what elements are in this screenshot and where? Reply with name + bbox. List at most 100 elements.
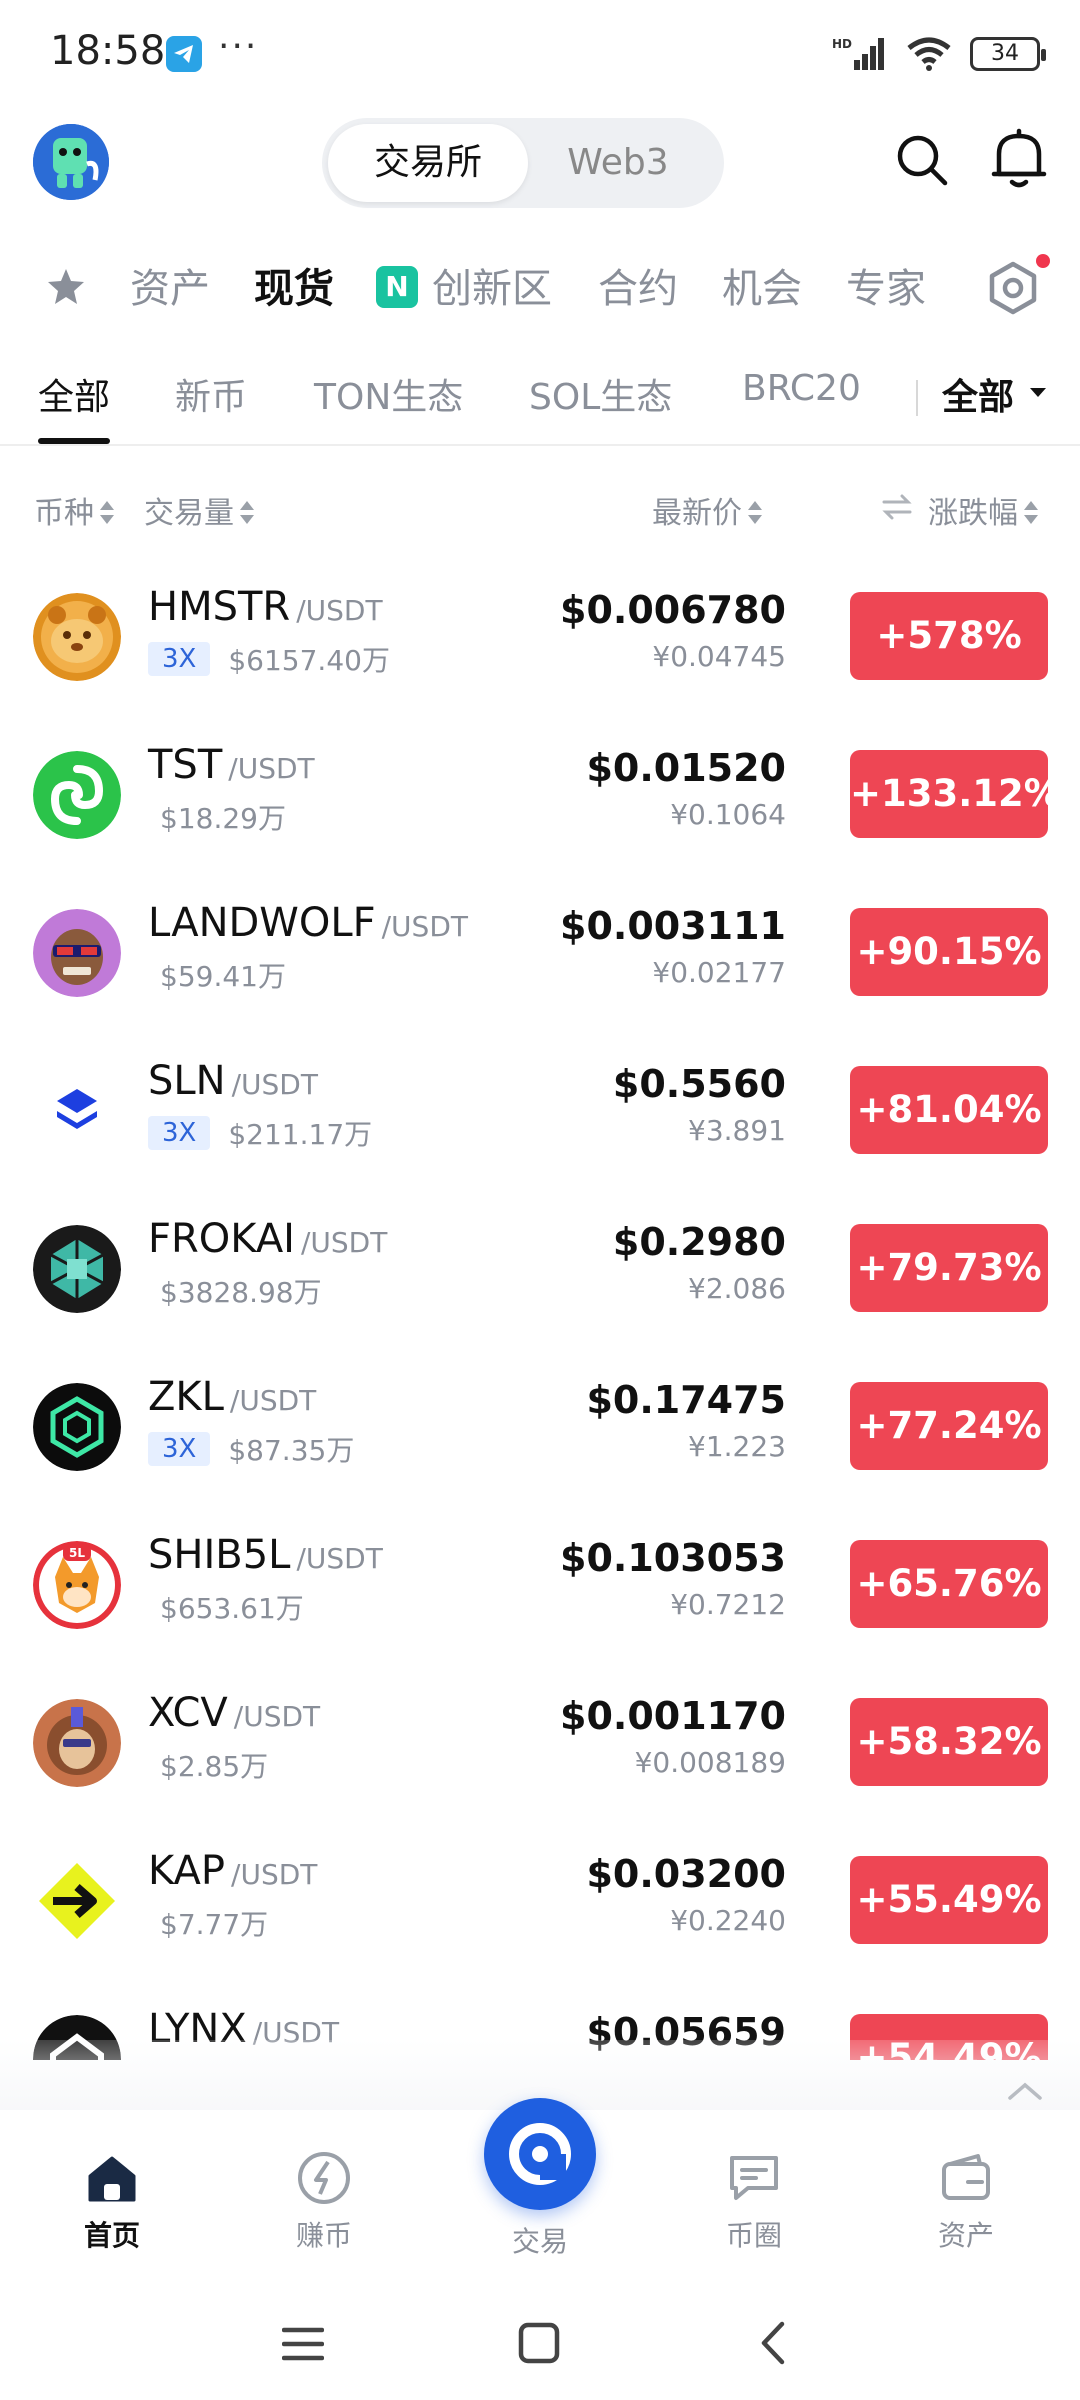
price-cny: ¥0.008189 — [634, 1746, 786, 1779]
segment-exchange[interactable]: 交易所 — [328, 124, 528, 202]
subtab-sol[interactable]: SOL生态 — [529, 368, 672, 420]
market-row[interactable]: ZKL/USDT 3X $87.35万 $0.17475 ¥1.223 +77.… — [0, 1350, 1080, 1508]
market-row[interactable]: KAP/USDT $7.77万 $0.03200 ¥0.2240 +55.49% — [0, 1824, 1080, 1982]
volume-value: $2.85万 — [160, 1750, 269, 1783]
sort-coin[interactable]: 币种 — [34, 488, 114, 532]
coin-pair: /USDT — [231, 1068, 318, 1101]
lion-icon — [33, 1699, 121, 1787]
leverage-badge: 3X — [148, 1432, 211, 1466]
sort-icon — [240, 500, 254, 526]
nav-assets-label: 资产 — [937, 2219, 994, 2252]
market-row[interactable]: FROKAI/USDT $3828.98万 $0.2980 ¥2.086 +79… — [0, 1192, 1080, 1350]
coin-pair: /USDT — [381, 910, 468, 943]
change-badge[interactable]: +133.12% — [850, 750, 1061, 838]
subtab-new[interactable]: 新币 — [175, 368, 247, 420]
change-badge[interactable]: +90.15% — [850, 908, 1048, 996]
battery-indicator: 34 — [970, 37, 1046, 71]
nav-earn-label: 赚币 — [295, 2219, 352, 2252]
sub-tabs: 全部 新币 TON生态 SOL生态 BRC20 全部 — [0, 350, 1080, 446]
change-badge[interactable]: +77.24% — [850, 1382, 1048, 1470]
price-cny: ¥0.1064 — [670, 798, 786, 831]
notification-dot — [1036, 254, 1050, 268]
segment-web3[interactable]: Web3 — [518, 124, 718, 202]
sort-icon — [1024, 500, 1038, 526]
change-badge[interactable]: +55.49% — [850, 1856, 1048, 1944]
subtab-brc20[interactable]: BRC20 — [742, 368, 861, 409]
volume-value: $59.41万 — [160, 960, 286, 993]
nav-trade-label[interactable]: 交易 — [470, 2220, 610, 2260]
svg-text:HD: HD — [832, 37, 852, 51]
nav-home[interactable]: 首页 — [42, 2150, 182, 2254]
wallet-icon — [942, 2154, 990, 2200]
swirl-icon — [33, 751, 121, 839]
price-cny: ¥2.086 — [688, 1272, 786, 1305]
cube-icon — [33, 1225, 121, 1313]
more-notifications-icon: ··· — [218, 26, 259, 67]
change-badge[interactable]: +578% — [850, 592, 1048, 680]
hamster-icon — [33, 593, 121, 681]
coin-symbol: SLN — [148, 1058, 226, 1104]
market-row[interactable]: 5L SHIB5L/USDT $653.61万 $0.103053 ¥0.721… — [0, 1508, 1080, 1666]
subtab-all[interactable]: 全部 — [38, 368, 110, 420]
price-value: $0.2980 — [612, 1220, 786, 1264]
coin-symbol: KAP — [148, 1848, 226, 1894]
swap-arrows-icon[interactable] — [880, 492, 914, 522]
category-tabs: 资产 现货 N 创新区 合约 机会 专家 — [0, 240, 1080, 330]
tab-innovation[interactable]: 创新区 — [432, 256, 552, 314]
market-row[interactable]: SLN/USDT 3X $211.17万 $0.5560 ¥3.891 +81.… — [0, 1034, 1080, 1192]
coin-symbol: XCV — [148, 1690, 228, 1736]
change-badge[interactable]: +58.32% — [850, 1698, 1048, 1786]
home-icon — [88, 2156, 136, 2202]
leverage-badge: 3X — [148, 642, 211, 676]
menu-icon[interactable] — [282, 2324, 324, 2364]
coin-pair: /USDT — [228, 752, 315, 785]
home-square-icon[interactable] — [518, 2322, 560, 2364]
svg-text:5L: 5L — [69, 1546, 85, 1560]
price-cny: ¥0.7212 — [670, 1588, 786, 1621]
change-badge[interactable]: +79.73% — [850, 1224, 1048, 1312]
nav-earn[interactable]: 赚币 — [254, 2150, 394, 2254]
sort-icon — [748, 500, 762, 526]
avatar[interactable] — [33, 124, 109, 200]
filter-dropdown[interactable]: 全部 — [942, 368, 1014, 420]
price-cny: ¥0.2240 — [670, 1904, 786, 1937]
back-icon[interactable] — [758, 2320, 788, 2366]
change-badge[interactable]: +81.04% — [850, 1066, 1048, 1154]
market-row[interactable]: HMSTR/USDT 3X $6157.40万 $0.006780 ¥0.047… — [0, 560, 1080, 718]
subtab-ton[interactable]: TON生态 — [314, 368, 463, 420]
sort-price[interactable]: 最新价 — [652, 488, 762, 532]
tab-assets[interactable]: 资产 — [130, 256, 210, 314]
tab-experts[interactable]: 专家 — [846, 256, 926, 314]
sort-change[interactable]: 涨跌幅 — [928, 488, 1038, 532]
market-row[interactable]: XCV/USDT $2.85万 $0.001170 ¥0.008189 +58.… — [0, 1666, 1080, 1824]
volume-value: $7.77万 — [160, 1908, 269, 1941]
tab-futures[interactable]: 合约 — [598, 256, 678, 314]
nav-community[interactable]: 币圈 — [684, 2150, 824, 2254]
coin-pair: /USDT — [229, 1384, 317, 1417]
bottom-navigation: 首页 赚币 交易 币圈 资产 — [0, 2098, 1080, 2290]
trade-icon[interactable] — [484, 2098, 596, 2210]
market-list: HMSTR/USDT 3X $6157.40万 $0.006780 ¥0.047… — [0, 560, 1080, 2060]
tab-spot[interactable]: 现货 — [254, 256, 334, 314]
tab-opportunities[interactable]: 机会 — [722, 256, 802, 314]
bell-icon[interactable] — [990, 128, 1048, 190]
sort-icon — [100, 500, 114, 526]
price-cny: ¥3.891 — [688, 1114, 786, 1147]
coin-symbol: LANDWOLF — [148, 900, 376, 946]
nav-assets[interactable]: 资产 — [896, 2150, 1036, 2254]
search-icon[interactable] — [894, 132, 950, 188]
favorites-star-icon[interactable] — [46, 266, 86, 306]
market-row[interactable]: TST/USDT $18.29万 $0.01520 ¥0.1064 +133.1… — [0, 718, 1080, 876]
market-row[interactable]: LANDWOLF/USDT $59.41万 $0.003111 ¥0.02177… — [0, 876, 1080, 1034]
wolf-icon — [33, 909, 121, 997]
chat-icon — [730, 2156, 778, 2200]
hex-icon — [33, 1383, 121, 1471]
column-volume-label: 交易量 — [144, 496, 234, 531]
price-value: $0.17475 — [586, 1378, 786, 1422]
sort-volume[interactable]: 交易量 — [144, 488, 254, 532]
new-badge: N — [376, 266, 418, 308]
scroll-to-top-icon[interactable] — [1006, 2080, 1044, 2102]
volume-value: $3828.98万 — [160, 1276, 322, 1309]
settings-hex-icon[interactable] — [985, 260, 1041, 316]
change-badge[interactable]: +65.76% — [850, 1540, 1048, 1628]
